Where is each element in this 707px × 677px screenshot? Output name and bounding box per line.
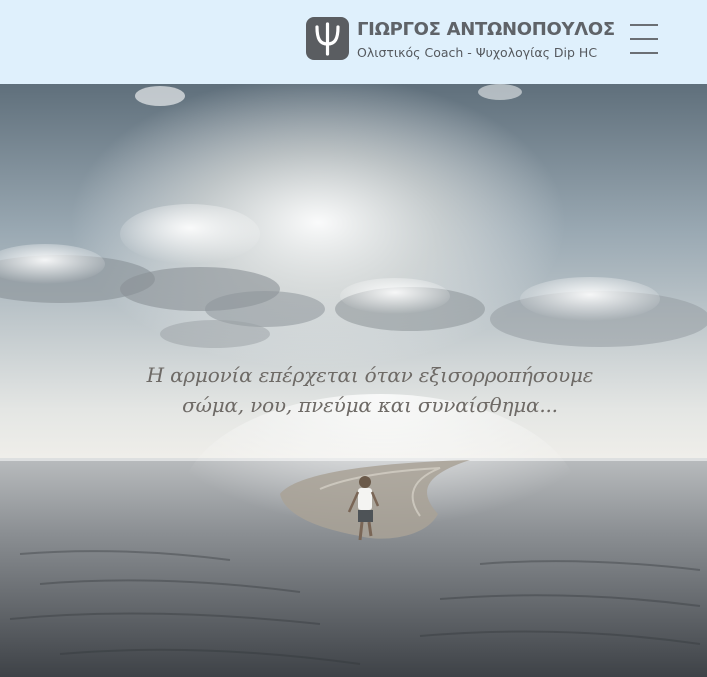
- hamburger-menu-icon[interactable]: [627, 20, 661, 58]
- menu-bar: [630, 38, 658, 40]
- hero-quote-line-1: Η αρμονία επέρχεται όταν εξισορροπήσουμε: [146, 363, 594, 387]
- hero-quote: Η αρμονία επέρχεται όταν εξισορροπήσουμε…: [0, 360, 707, 420]
- psi-icon[interactable]: [306, 17, 349, 60]
- brand-name[interactable]: ΓΙΩΡΓΟΣ ΑΝΤΩΝΟΠΟΥΛΟΣ: [357, 19, 615, 40]
- brand-tagline: Ολιστικός Coach - Ψυχολογίας Dip HC: [357, 45, 598, 60]
- menu-bar: [630, 52, 658, 54]
- menu-bar: [630, 24, 658, 26]
- site-header: ΓΙΩΡΓΟΣ ΑΝΤΩΝΟΠΟΥΛΟΣ Ολιστικός Coach - Ψ…: [0, 0, 707, 84]
- hero-quote-line-2: σώμα, νου, πνεύμα και συναίσθημα...: [182, 393, 558, 417]
- hero-banner: Η αρμονία επέρχεται όταν εξισορροπήσουμε…: [0, 84, 707, 677]
